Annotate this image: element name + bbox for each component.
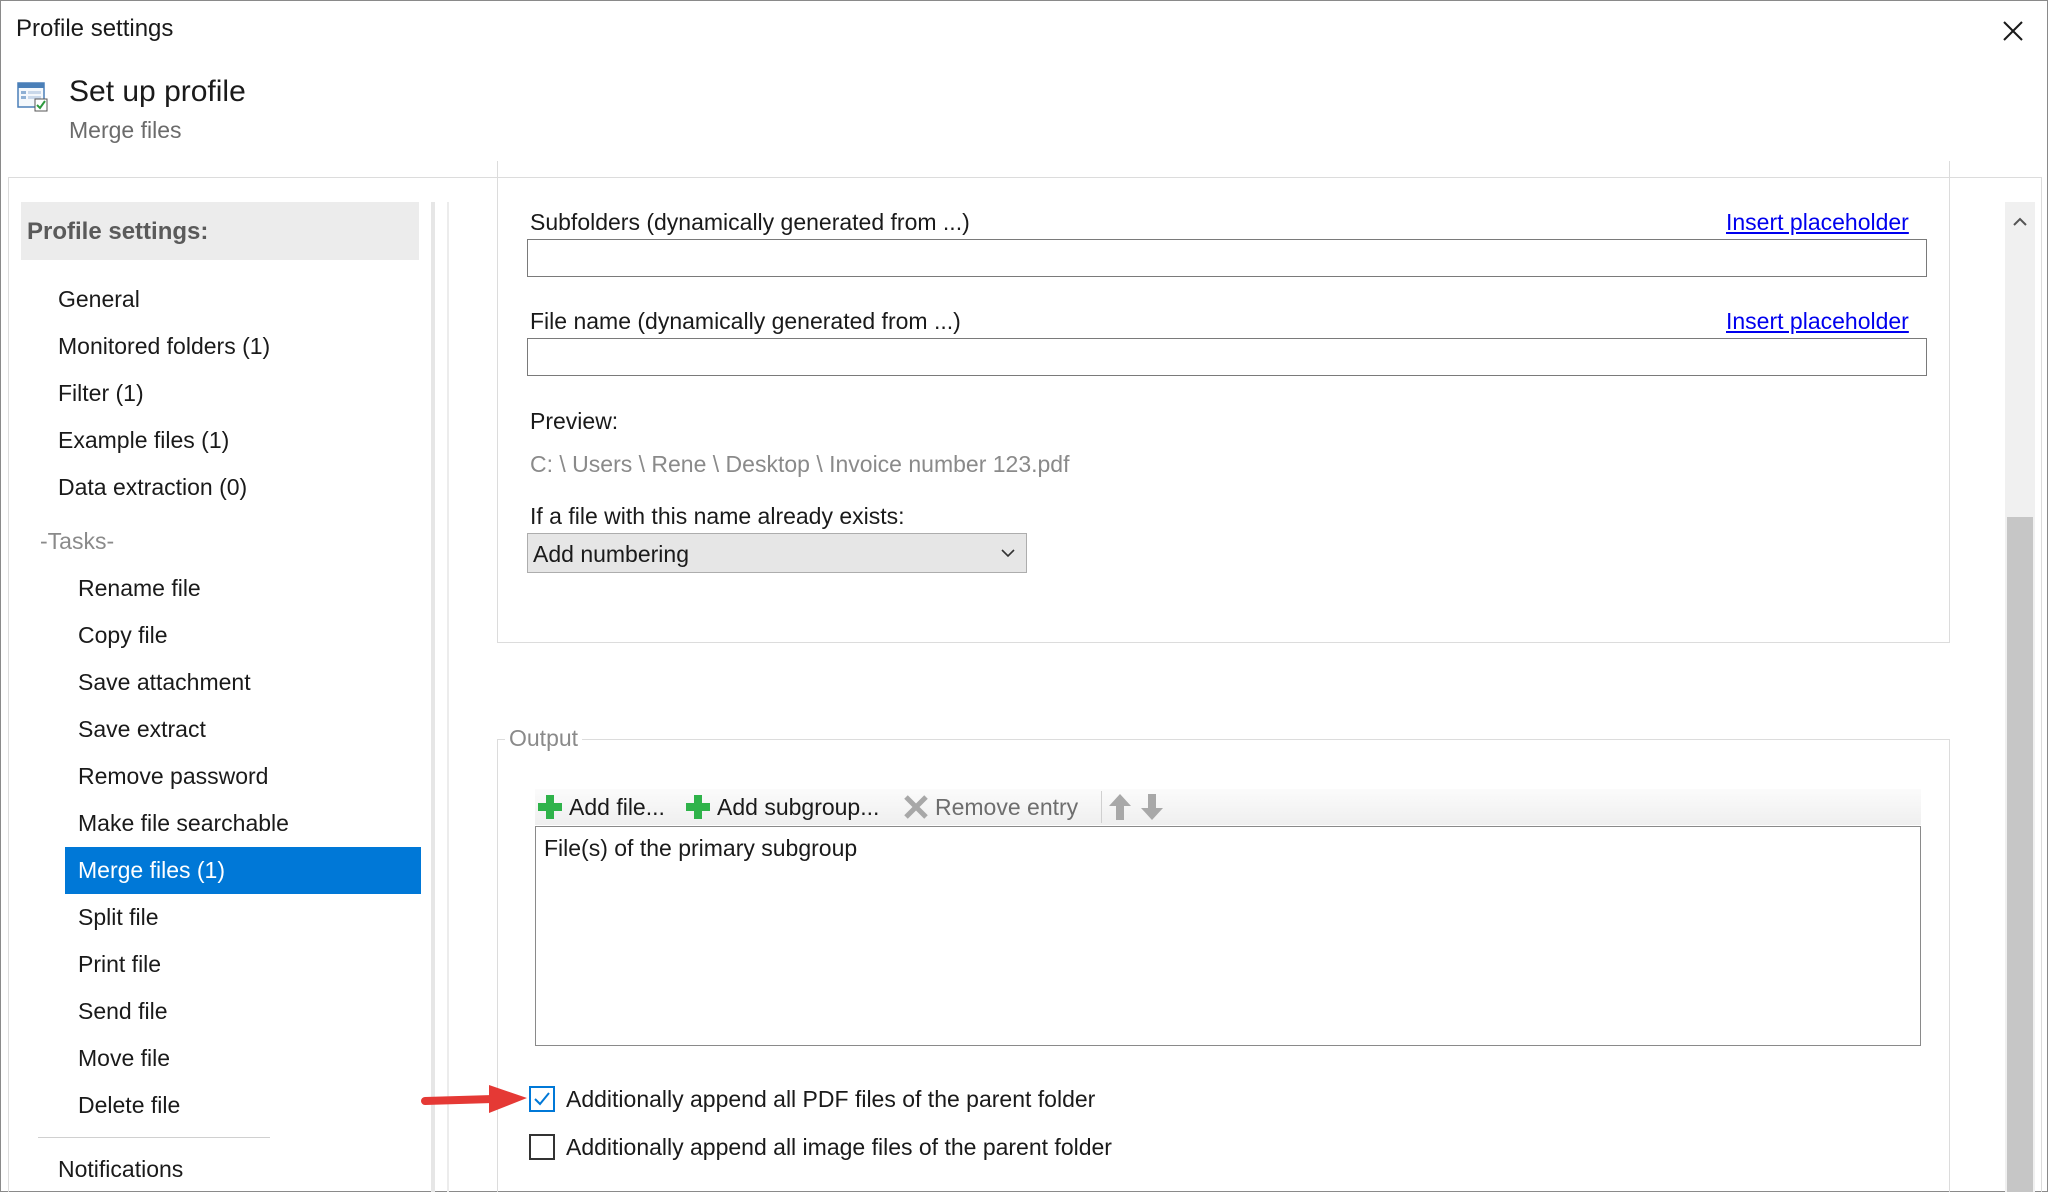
list-item[interactable]: File(s) of the primary subgroup — [544, 835, 857, 862]
sidebar-item-rename-file[interactable]: Rename file — [78, 565, 201, 612]
append-images-checkbox[interactable] — [529, 1134, 555, 1160]
sidebar-item-merge-files[interactable]: Merge files (1) — [65, 847, 421, 894]
chevron-up-icon — [2013, 217, 2027, 226]
sidebar-item-general[interactable]: General — [58, 276, 140, 323]
subfolders-insert-placeholder-link[interactable]: Insert placeholder — [1726, 209, 1909, 236]
sidebar-item-data-extraction[interactable]: Data extraction (0) — [58, 464, 247, 511]
plus-icon — [538, 795, 562, 819]
file-exists-selected-value: Add numbering — [533, 541, 689, 567]
sidebar-item-copy-file[interactable]: Copy file — [78, 612, 167, 659]
add-subgroup-button[interactable]: Add subgroup... — [683, 789, 879, 825]
sidebar-divider — [38, 1137, 270, 1138]
sidebar-heading-label: Profile settings: — [27, 218, 209, 245]
close-button[interactable] — [1991, 11, 2035, 51]
append-pdf-label: Additionally append all PDF files of the… — [566, 1085, 1096, 1112]
close-icon — [2003, 21, 2023, 41]
preview-label: Preview: — [530, 408, 619, 434]
chevron-down-icon — [1001, 549, 1015, 558]
file-name-label: File name (dynamically generated from ..… — [530, 308, 961, 334]
append-pdf-checkbox[interactable] — [529, 1086, 555, 1112]
output-group-legend: Output — [505, 725, 583, 752]
file-name-input[interactable] — [527, 338, 1927, 376]
sidebar-item-notifications[interactable]: Notifications — [58, 1146, 183, 1192]
sidebar-item-example-files[interactable]: Example files (1) — [58, 417, 229, 464]
content-divider — [447, 202, 449, 1192]
scrollbar-thumb[interactable] — [2007, 517, 2033, 1192]
annotation-arrow — [421, 1085, 527, 1113]
arrow-up-icon — [1109, 794, 1131, 820]
file-exists-label: If a file with this name already exists: — [530, 503, 905, 529]
tasks-section-label: -Tasks- — [40, 528, 115, 554]
preview-path: C: \ Users \ Rene \ Desktop \ Invoice nu… — [530, 451, 1070, 477]
sidebar-splitter[interactable] — [431, 202, 435, 1192]
subfolders-label: Subfolders (dynamically generated from .… — [530, 209, 970, 235]
sidebar-item-split-file[interactable]: Split file — [78, 894, 159, 941]
sidebar-item-filter[interactable]: Filter (1) — [58, 370, 144, 417]
page-subtitle: Merge files — [69, 117, 182, 143]
sidebar-heading: Profile settings: — [21, 202, 419, 260]
sidebar-item-save-extract[interactable]: Save extract — [78, 706, 206, 753]
sidebar-item-save-attachment[interactable]: Save attachment — [78, 659, 251, 706]
output-file-list[interactable]: File(s) of the primary subgroup — [535, 826, 1921, 1046]
sidebar-item-send-file[interactable]: Send file — [78, 988, 168, 1035]
sidebar-item-remove-password[interactable]: Remove password — [78, 753, 268, 800]
page-title: Set up profile — [69, 75, 246, 108]
move-up-button[interactable] — [1105, 789, 1139, 825]
subfolders-input[interactable] — [527, 239, 1927, 277]
append-pdf-checkbox-row[interactable]: Additionally append all PDF files of the… — [529, 1084, 1095, 1114]
remove-entry-label: Remove entry — [935, 793, 1079, 820]
window-title: Profile settings — [16, 15, 174, 42]
profile-settings-icon — [17, 82, 48, 112]
scroll-up-button[interactable] — [2005, 207, 2035, 237]
add-file-button[interactable]: Add file... — [535, 789, 665, 825]
add-subgroup-label: Add subgroup... — [717, 793, 880, 820]
add-file-label: Add file... — [569, 793, 665, 820]
checkmark-icon — [534, 1092, 550, 1106]
remove-entry-button[interactable]: Remove entry — [901, 789, 1078, 825]
sidebar-item-monitored-folders[interactable]: Monitored folders (1) — [58, 323, 270, 370]
output-toolbar: Add file... Add subgroup... Remove entry — [535, 789, 1921, 825]
sidebar-item-print-file[interactable]: Print file — [78, 941, 161, 988]
plus-icon — [686, 795, 710, 819]
append-images-label: Additionally append all image files of t… — [566, 1133, 1112, 1160]
file-exists-dropdown[interactable]: Add numbering — [527, 533, 1027, 573]
arrow-down-icon — [1141, 794, 1163, 820]
x-icon — [904, 795, 928, 819]
toolbar-separator — [1101, 791, 1102, 823]
sidebar-item-move-file[interactable]: Move file — [78, 1035, 170, 1082]
append-images-checkbox-row[interactable]: Additionally append all image files of t… — [529, 1132, 1112, 1162]
move-down-button[interactable] — [1137, 789, 1171, 825]
profile-settings-window: Profile settings Set up profile Merge fi… — [0, 0, 2048, 1192]
file-name-insert-placeholder-link[interactable]: Insert placeholder — [1726, 308, 1909, 335]
sidebar-item-make-file-searchable[interactable]: Make file searchable — [78, 800, 289, 847]
sidebar-item-delete-file[interactable]: Delete file — [78, 1082, 180, 1129]
